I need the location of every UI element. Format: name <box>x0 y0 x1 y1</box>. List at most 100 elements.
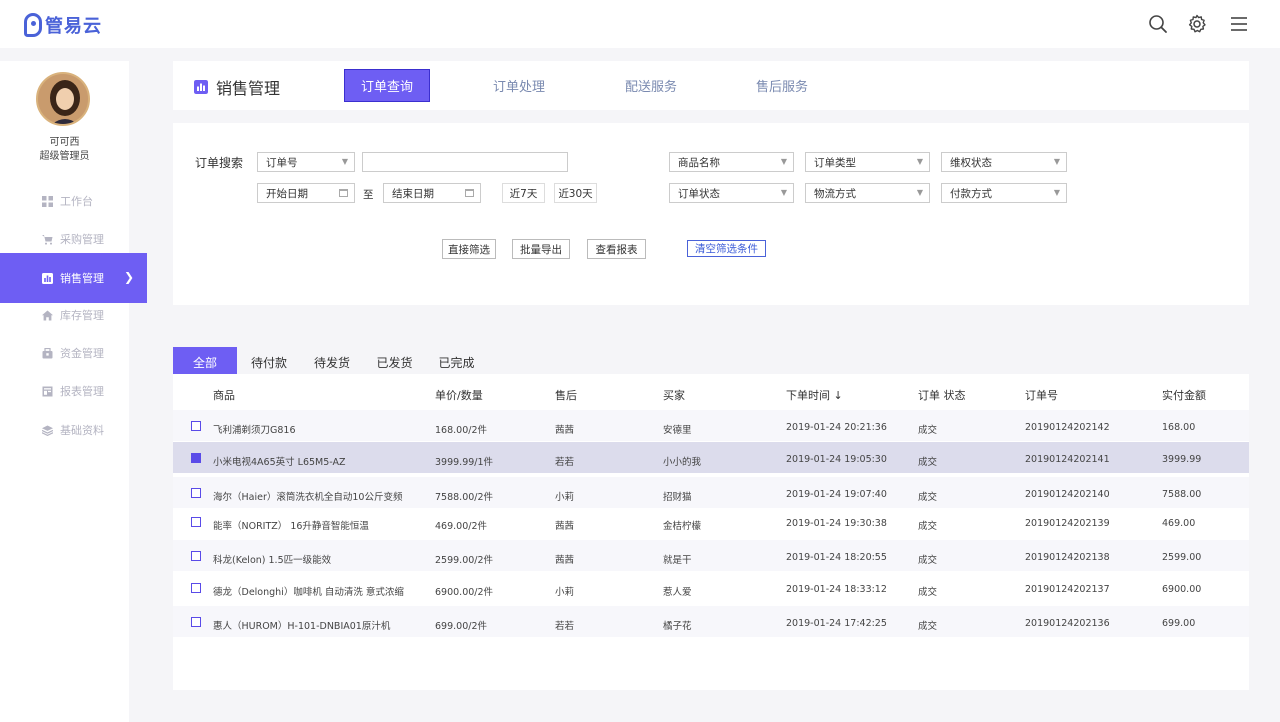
module-header: 销售管理 订单查询 订单处理 配送服务 售后服务 <box>173 61 1249 110</box>
table-row[interactable]: 惠人（HUROM）H-101-DNBIA01原汁机 699.00/2件 若若 橘子花 2… <box>173 606 1249 637</box>
cell-price-qty: 2599.00/2件 <box>435 555 494 566</box>
cell-order-time: 2019-01-24 19:30:38 <box>786 518 887 529</box>
cell-order-no: 20190124202138 <box>1025 552 1110 563</box>
view-report-button[interactable]: 查看报表 <box>587 239 646 259</box>
row-checkbox[interactable] <box>191 488 201 498</box>
cell-buyer: 安德里 <box>663 425 692 436</box>
cell-product: 德龙（Delonghi）咖啡机 自动清洗 意式浓缩 <box>213 587 404 598</box>
gear-icon[interactable] <box>1187 14 1207 34</box>
rights-status-select[interactable]: 维权状态 ▼ <box>941 152 1067 172</box>
cell-product: 海尔（Haier）滚筒洗衣机全自动10公斤变频 <box>213 492 403 503</box>
logistics-select[interactable]: 物流方式 ▼ <box>805 183 930 203</box>
cell-order-no: 20190124202142 <box>1025 422 1110 433</box>
calendar-icon <box>339 189 348 197</box>
sidebar-item-label: 报表管理 <box>60 385 104 398</box>
order-type-select[interactable]: 订单类型 ▼ <box>805 152 930 172</box>
chevron-down-icon: ▼ <box>780 157 787 166</box>
status-tab-all[interactable]: 全部 <box>173 347 237 377</box>
cell-after-sales: 茜茜 <box>555 555 575 566</box>
cell-order-no: 20190124202137 <box>1025 584 1110 595</box>
last-30-days-button[interactable]: 近30天 <box>554 183 597 203</box>
product-name-select[interactable]: 商品名称 ▼ <box>669 152 794 172</box>
column-order-status: 订单 状态 <box>918 389 966 402</box>
sidebar-item-reports[interactable]: 报表管理 <box>0 376 147 406</box>
start-date-field[interactable]: 开始日期 <box>257 183 355 203</box>
row-checkbox[interactable] <box>191 583 201 593</box>
chevron-down-icon: ▼ <box>1053 188 1060 197</box>
table-row[interactable]: 海尔（Haier）滚筒洗衣机全自动10公斤变频 7588.00/2件 小莉 招财猫 20… <box>173 477 1249 508</box>
cell-order-status: 成交 <box>918 457 938 468</box>
cell-order-time: 2019-01-24 17:42:25 <box>786 618 887 629</box>
sidebar-item-workbench[interactable]: 工作台 <box>0 186 147 216</box>
chevron-down-icon: ▼ <box>916 157 923 166</box>
cell-buyer: 就是干 <box>663 555 692 566</box>
cell-after-sales: 小莉 <box>555 587 575 598</box>
menu-icon[interactable] <box>1229 14 1249 34</box>
row-checkbox[interactable] <box>191 617 201 627</box>
orders-table: 商品 单价/数量 售后 买家 下单时间 ↓ 订单 状态 订单号 实付金额 飞利浦… <box>173 374 1249 690</box>
page-title: 销售管理 <box>194 75 280 99</box>
status-tab-completed[interactable]: 已完成 <box>426 347 487 377</box>
column-price-qty: 单价/数量 <box>435 389 483 402</box>
cell-product: 能率（NORITZ） 16升静音智能恒温 <box>213 521 369 532</box>
sidebar-item-label: 销售管理 <box>60 272 104 285</box>
tab-delivery-service[interactable]: 配送服务 <box>608 69 694 102</box>
tab-order-processing[interactable]: 订单处理 <box>476 69 562 102</box>
column-product: 商品 <box>213 389 235 402</box>
tab-after-sales[interactable]: 售后服务 <box>739 69 825 102</box>
cell-order-time: 2019-01-24 20:21:36 <box>786 422 887 433</box>
direct-filter-button[interactable]: 直接筛选 <box>442 239 496 259</box>
avatar[interactable] <box>36 72 90 126</box>
cell-amount: 2599.00 <box>1162 552 1202 563</box>
cell-amount: 469.00 <box>1162 518 1196 529</box>
status-tab-pending-payment[interactable]: 待付款 <box>237 347 301 377</box>
sidebar-item-basics[interactable]: 基础资料 <box>0 415 147 445</box>
chevron-down-icon: ▼ <box>341 157 348 166</box>
order-field-select[interactable]: 订单号 ▼ <box>257 152 355 172</box>
table-row[interactable]: 德龙（Delonghi）咖啡机 自动清洗 意式浓缩 6900.00/2件 小莉 惹人爱… <box>173 572 1249 603</box>
cell-order-status: 成交 <box>918 555 938 566</box>
cell-product: 科龙(Kelon) 1.5匹一级能效 <box>213 555 332 566</box>
last-7-days-button[interactable]: 近7天 <box>502 183 545 203</box>
sidebar-item-sales[interactable]: 销售管理 ❯ <box>0 253 147 303</box>
wallet-icon <box>42 347 53 358</box>
end-date-field[interactable]: 结束日期 <box>383 183 481 203</box>
cell-price-qty: 469.00/2件 <box>435 521 487 532</box>
search-input[interactable] <box>362 152 568 172</box>
sidebar-item-purchase[interactable]: 采购管理 <box>0 224 147 254</box>
sidebar-item-funds[interactable]: 资金管理 <box>0 338 147 368</box>
grid-icon <box>42 195 53 207</box>
cell-order-time: 2019-01-24 19:05:30 <box>786 454 887 465</box>
cell-buyer: 橘子花 <box>663 621 692 632</box>
row-checkbox[interactable] <box>191 517 201 527</box>
clear-filters-button[interactable]: 清空筛选条件 <box>687 240 766 257</box>
status-tab-pending-shipment[interactable]: 待发货 <box>301 347 363 377</box>
cell-after-sales: 若若 <box>555 457 575 468</box>
cell-buyer: 小小的我 <box>663 457 702 468</box>
search-icon[interactable] <box>1148 14 1168 34</box>
row-checkbox[interactable] <box>191 453 201 463</box>
table-row[interactable]: 能率（NORITZ） 16升静音智能恒温 469.00/2件 茜茜 金桔柠檬 2019-… <box>173 506 1249 537</box>
cart-icon <box>42 234 53 245</box>
tab-order-query[interactable]: 订单查询 <box>344 69 430 102</box>
order-status-select[interactable]: 订单状态 ▼ <box>669 183 794 203</box>
layers-icon <box>42 425 53 436</box>
app-logo[interactable]: 管易云 <box>24 12 102 38</box>
column-buyer: 买家 <box>663 389 685 402</box>
cell-order-time: 2019-01-24 19:07:40 <box>786 489 887 500</box>
row-checkbox[interactable] <box>191 551 201 561</box>
batch-export-button[interactable]: 批量导出 <box>512 239 570 259</box>
table-row[interactable]: 飞利浦剃须刀G816 168.00/2件 茜茜 安德里 2019-01-24 20:21… <box>173 410 1249 441</box>
column-order-time[interactable]: 下单时间 ↓ <box>786 387 843 403</box>
row-checkbox[interactable] <box>191 421 201 431</box>
sidebar-item-inventory[interactable]: 库存管理 <box>0 300 147 330</box>
table-row[interactable]: 科龙(Kelon) 1.5匹一级能效 2599.00/2件 茜茜 就是干 2019-01… <box>173 540 1249 571</box>
cell-order-time: 2019-01-24 18:20:55 <box>786 552 887 563</box>
table-row[interactable]: 小米电视4A65英寸 L65M5-AZ 3999.99/1件 若若 小小的我 2019-… <box>173 442 1249 473</box>
cell-after-sales: 茜茜 <box>555 521 575 532</box>
payment-method-select[interactable]: 付款方式 ▼ <box>941 183 1067 203</box>
cell-buyer: 金桔柠檬 <box>663 521 702 532</box>
status-tab-shipped[interactable]: 已发货 <box>363 347 426 377</box>
chevron-down-icon: ▼ <box>1053 157 1060 166</box>
cell-price-qty: 7588.00/2件 <box>435 492 494 503</box>
